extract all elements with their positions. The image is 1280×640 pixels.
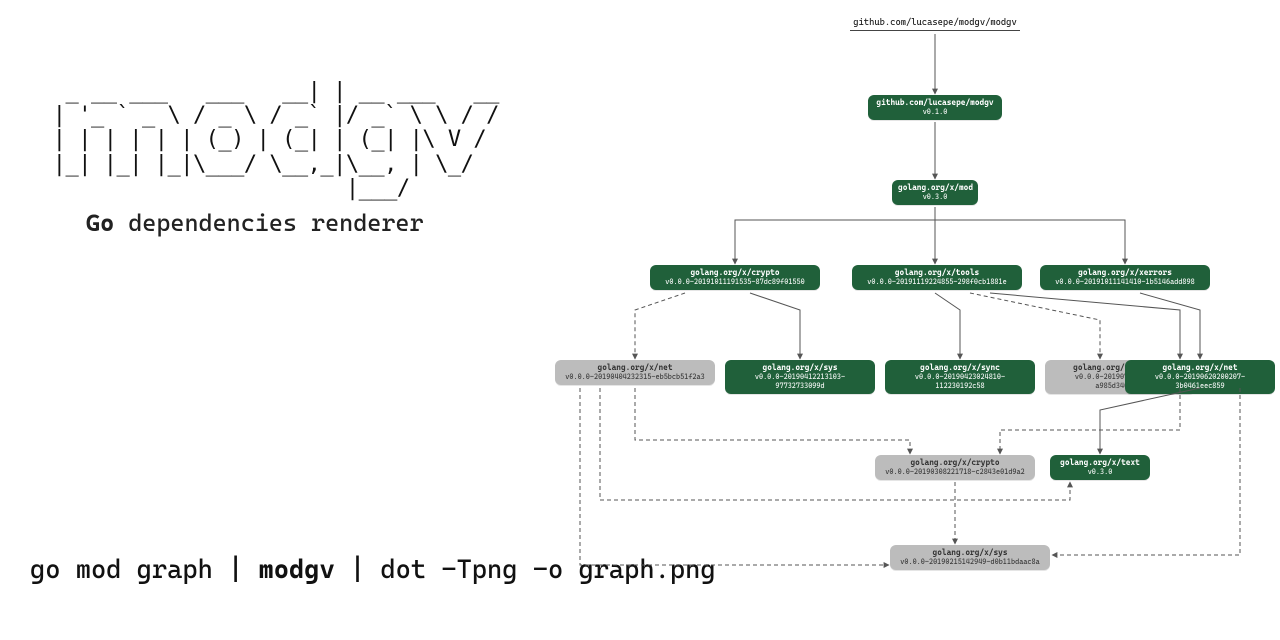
node-mod: golang.org/x/mod v0.3.0 (892, 180, 978, 205)
node-label: golang.org/x/sys (763, 363, 838, 372)
node-sync: golang.org/x/sync v0.0.0-20190423024810-… (885, 360, 1035, 394)
node-version: v0.0.0-20190412213103-97732733099d (731, 373, 869, 391)
root-label: github.com/lucasepe/modgv/modgv (853, 18, 1016, 28)
node-version: v0.0.0-20190404232315-eb5bcb51f2a3 (561, 373, 709, 382)
node-version: v0.0.0-20190620200207-3b0461eec859 (1131, 373, 1269, 391)
node-text: golang.org/x/text v0.3.0 (1050, 455, 1150, 480)
node-label: golang.org/x/sync (920, 363, 1000, 372)
node-label: golang.org/x/crypto (690, 268, 779, 277)
node-label: golang.org/x/net (598, 363, 673, 372)
node-version: v0.0.0-20191011191535-87dc89f01550 (656, 278, 814, 287)
node-sys1: golang.org/x/sys v0.0.0-20190412213103-9… (725, 360, 875, 394)
node-label: golang.org/x/tools (895, 268, 979, 277)
node-label: golang.org/x/xerrors (1078, 268, 1172, 277)
node-label: golang.org/x/net (1163, 363, 1238, 372)
node-version: v0.3.0 (898, 193, 972, 202)
dependency-graph: github.com/lucasepe/modgv/modgv github.c… (540, 10, 1280, 610)
tagline: Go dependencies renderer (86, 209, 560, 237)
node-version: v0.0.0-20190308221718-c2843e01d9a2 (881, 468, 1029, 477)
node-version: v0.1.0 (874, 108, 996, 117)
node-label: golang.org/x/mod (898, 183, 973, 192)
node-version: v0.3.0 (1056, 468, 1144, 477)
node-crypto2: golang.org/x/crypto v0.0.0-2019030822171… (875, 455, 1035, 480)
node-sys2: golang.org/x/sys v0.0.0-20190215142949-d… (890, 545, 1050, 570)
node-crypto1: golang.org/x/crypto v0.0.0-2019101119153… (650, 265, 820, 290)
cmd-bold: modgv (259, 555, 335, 585)
tagline-bold: Go (86, 209, 114, 237)
node-label: golang.org/x/crypto (910, 458, 999, 467)
node-net1: golang.org/x/net v0.0.0-20190404232315-e… (555, 360, 715, 385)
node-version: v0.0.0-20191119224855-298f0cb1881e (858, 278, 1016, 287)
node-net2: golang.org/x/net v0.0.0-20190620200207-3… (1125, 360, 1275, 394)
node-modgv: github.com/lucasepe/modgv v0.1.0 (868, 95, 1002, 120)
tagline-rest: dependencies renderer (114, 209, 423, 237)
node-xerr1: golang.org/x/xerrors v0.0.0-201910111414… (1040, 265, 1210, 290)
node-label: golang.org/x/sys (933, 548, 1008, 557)
node-tools: golang.org/x/tools v0.0.0-20191119224855… (852, 265, 1022, 290)
node-version: v0.0.0-20191011141410-1b5146add898 (1046, 278, 1204, 287)
ascii-logo: _ __ ___ ___ __| | __ ___ __ | '_ ` _ \ … (40, 80, 560, 201)
cmd-pre: go mod graph | (30, 555, 259, 585)
graph-root: github.com/lucasepe/modgv/modgv (850, 18, 1020, 31)
node-label: golang.org/x/text (1060, 458, 1140, 467)
node-label: github.com/lucasepe/modgv (876, 98, 993, 107)
node-version: v0.0.0-20190423024810-112230192c58 (891, 373, 1029, 391)
node-version: v0.0.0-20190215142949-d0b11bdaac8a (896, 558, 1044, 567)
